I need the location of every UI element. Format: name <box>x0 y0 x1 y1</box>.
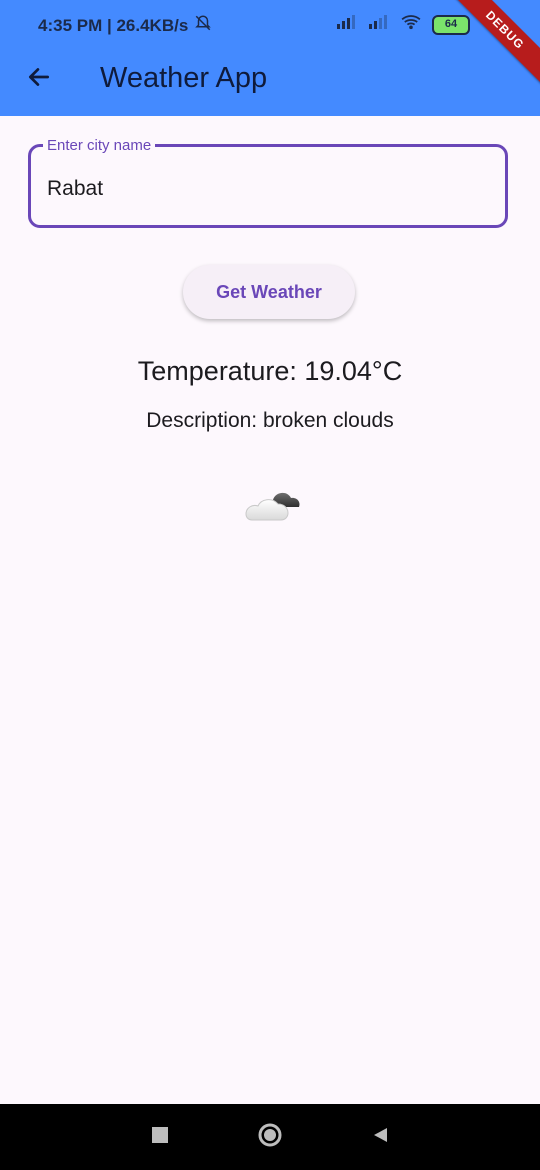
recents-button[interactable] <box>148 1124 172 1150</box>
system-back-button[interactable] <box>368 1124 392 1150</box>
city-input[interactable]: Enter city name Rabat <box>28 137 508 228</box>
status-time-speed: 4:35 PM | 26.4KB/s <box>38 14 212 37</box>
battery-icon: 64 <box>432 14 470 35</box>
status-time-text: 4:35 PM | 26.4KB/s <box>38 15 189 35</box>
wifi-icon <box>400 14 422 35</box>
broken-clouds-icon <box>240 484 304 524</box>
square-icon <box>151 1126 169 1149</box>
temperature-text: Temperature: 19.04°C <box>137 356 403 386</box>
circle-icon <box>257 1122 283 1153</box>
status-icons: 64 <box>336 14 470 35</box>
city-input-value[interactable]: Rabat <box>47 177 103 201</box>
triangle-back-icon <box>371 1126 389 1149</box>
status-bar: 4:35 PM | 26.4KB/s 64 <box>0 0 540 48</box>
city-input-label: Enter city name <box>43 137 156 154</box>
signal-icon <box>336 14 358 35</box>
description-text: Description: broken clouds <box>146 409 394 432</box>
home-button[interactable] <box>256 1122 284 1153</box>
alarm-off-icon <box>194 14 212 37</box>
get-weather-button[interactable]: Get Weather <box>183 265 355 319</box>
back-button[interactable] <box>22 62 56 96</box>
signal-2-icon <box>368 14 390 35</box>
page-title: Weather App <box>100 62 268 94</box>
battery-level: 64 <box>444 18 458 30</box>
toolbar: Weather App <box>0 48 540 116</box>
app-bar: 4:35 PM | 26.4KB/s 64 Weather App <box>0 0 540 116</box>
arrow-left-icon <box>26 64 52 95</box>
system-nav-bar <box>0 1104 540 1170</box>
